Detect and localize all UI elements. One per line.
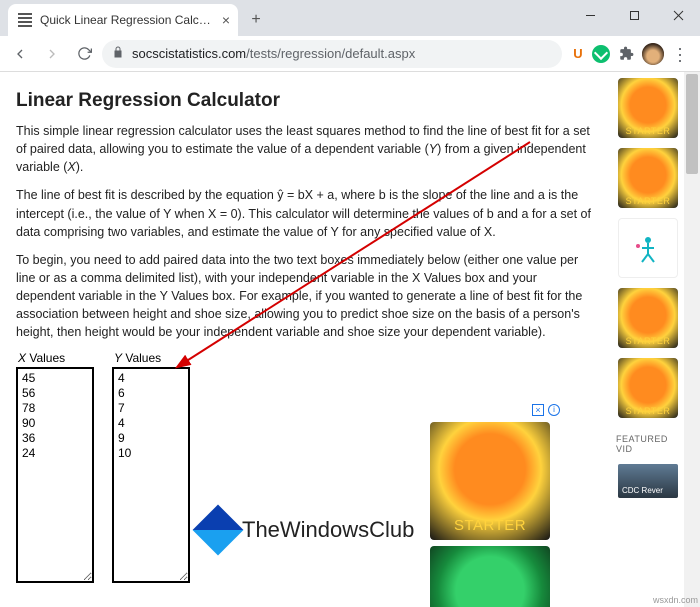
sidebar-thumb-share[interactable] <box>618 218 678 278</box>
tab-title: Quick Linear Regression Calculat <box>40 13 214 27</box>
source-watermark: wsxdn.com <box>653 595 698 605</box>
vertical-scrollbar[interactable] <box>684 72 700 607</box>
profile-avatar[interactable] <box>642 43 664 65</box>
intro-paragraph-1: This simple linear regression calculator… <box>16 122 596 176</box>
intro-paragraph-3: To begin, you need to add paired data in… <box>16 251 596 342</box>
watermark: TheWindowsClub <box>200 512 414 548</box>
sidebar-thumb-starter-1[interactable] <box>618 78 678 138</box>
ad-image-creator[interactable] <box>430 546 550 607</box>
ad-close-icon[interactable]: × <box>532 404 544 416</box>
tab-favicon <box>18 13 32 27</box>
extensions-area: U ⋯ <box>566 40 694 68</box>
sidebar-thumb-starter-2[interactable] <box>618 148 678 208</box>
extension-u-icon[interactable]: U <box>566 46 590 61</box>
browser-toolbar: socscistatistics.com/tests/regression/de… <box>0 36 700 72</box>
y-values-label: Y Values <box>114 351 190 365</box>
window-controls <box>568 0 700 30</box>
address-bar[interactable]: socscistatistics.com/tests/regression/de… <box>102 40 562 68</box>
x-values-label: X Values <box>18 351 94 365</box>
lock-icon <box>112 46 124 61</box>
y-values-input[interactable] <box>112 367 190 583</box>
extensions-button[interactable] <box>612 40 640 68</box>
sidebar-thumb-starter-4[interactable] <box>618 358 678 418</box>
ad-info-icon[interactable]: i <box>548 404 560 416</box>
url-text: socscistatistics.com/tests/regression/de… <box>132 46 415 61</box>
window-maximize-button[interactable] <box>612 0 656 30</box>
extension-grammarly-icon[interactable] <box>592 45 610 63</box>
window-close-button[interactable] <box>656 0 700 30</box>
right-sidebar: FEATURED VID CDC Rever <box>612 72 684 607</box>
watermark-logo-icon <box>193 505 244 556</box>
featured-video-caption: CDC Rever <box>622 486 663 495</box>
browser-tab[interactable]: Quick Linear Regression Calculat × <box>8 4 238 36</box>
page-title: Linear Regression Calculator <box>16 90 596 112</box>
scrollbar-thumb[interactable] <box>686 74 698 174</box>
nav-back-button[interactable] <box>6 40 34 68</box>
nav-reload-button[interactable] <box>70 40 98 68</box>
new-tab-button[interactable]: + <box>242 6 270 34</box>
x-values-input[interactable] <box>16 367 94 583</box>
featured-video-thumb[interactable]: CDC Rever <box>618 464 678 498</box>
page-content: Linear Regression Calculator This simple… <box>0 72 612 607</box>
watermark-text: TheWindowsClub <box>242 517 414 543</box>
viewport: Linear Regression Calculator This simple… <box>0 72 700 607</box>
featured-label: FEATURED VID <box>616 434 684 454</box>
inline-ad-block: × i <box>430 408 560 607</box>
window-minimize-button[interactable] <box>568 0 612 30</box>
browser-menu-button[interactable]: ⋯ <box>666 40 694 68</box>
browser-titlebar: Quick Linear Regression Calculat × + <box>0 0 700 36</box>
x-values-column: X Values <box>16 351 94 583</box>
nav-forward-button[interactable] <box>38 40 66 68</box>
tab-close-icon[interactable]: × <box>222 12 230 28</box>
y-values-column: Y Values <box>112 351 190 583</box>
intro-paragraph-2: The line of best fit is described by the… <box>16 186 596 240</box>
sidebar-thumb-starter-3[interactable] <box>618 288 678 348</box>
ad-image-starter[interactable] <box>430 422 550 540</box>
